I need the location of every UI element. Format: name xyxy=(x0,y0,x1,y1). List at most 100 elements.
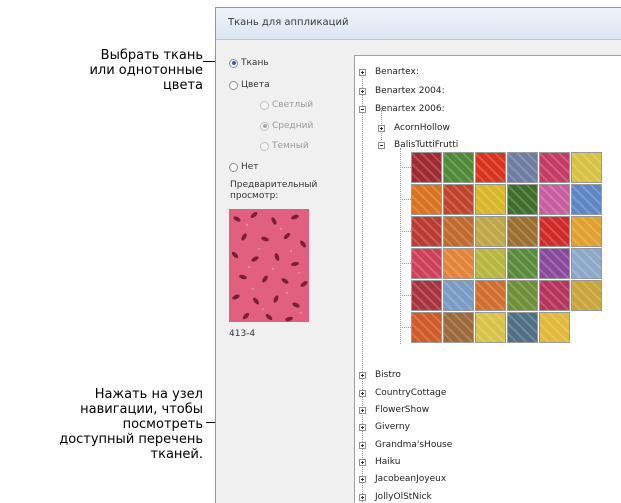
tree-node[interactable]: FlowerShow xyxy=(359,405,429,415)
tree-node-label: JollyOlStNick xyxy=(375,492,432,502)
tree-node-label: CountryCottage xyxy=(375,388,447,398)
callout-line: тканей. xyxy=(150,447,203,462)
fabric-swatch[interactable] xyxy=(443,312,474,343)
callout-line: посмотреть xyxy=(122,417,203,432)
dark-radio[interactable]: Темный xyxy=(260,141,309,151)
fabric-swatch[interactable] xyxy=(411,280,442,311)
tree-node-label: JacobeanJoyeux xyxy=(375,474,447,484)
fabric-dialog: Ткань для аппликаций Ткань Цвета Светлый… xyxy=(215,7,621,503)
fabric-swatch[interactable] xyxy=(411,152,442,183)
expand-icon[interactable] xyxy=(359,68,366,76)
tree-node[interactable]: AcornHollow xyxy=(378,123,450,133)
callout-fabric-label: Выбрать ткань или однотонные цвета xyxy=(89,48,203,93)
fabric-swatch[interactable] xyxy=(507,248,538,279)
fabric-swatch[interactable] xyxy=(443,216,474,247)
fabric-swatch[interactable] xyxy=(507,312,538,343)
none-radio[interactable]: Нет xyxy=(229,162,259,172)
medium-radio[interactable]: Средний xyxy=(260,121,313,131)
expand-icon[interactable] xyxy=(359,493,366,501)
fabric-radio[interactable]: Ткань xyxy=(229,58,269,68)
dark-radio-label: Темный xyxy=(272,141,309,151)
expand-icon[interactable] xyxy=(359,371,366,379)
fabric-swatch[interactable] xyxy=(539,152,570,183)
tree-node-label: Benartex: xyxy=(375,67,419,77)
fabric-swatch[interactable] xyxy=(539,248,570,279)
fabric-swatch[interactable] xyxy=(443,248,474,279)
expand-icon[interactable] xyxy=(359,87,366,95)
fabric-swatch[interactable] xyxy=(475,312,506,343)
fabric-preview-image xyxy=(229,209,309,322)
preview-label: Предварительный просмотр: xyxy=(230,180,317,202)
collapse-icon[interactable] xyxy=(359,105,366,113)
fabric-swatch[interactable] xyxy=(507,152,538,183)
tree-node-label: AcornHollow xyxy=(394,123,450,133)
fabric-swatch[interactable] xyxy=(411,216,442,247)
fabric-swatch[interactable] xyxy=(475,248,506,279)
fabric-swatch[interactable] xyxy=(411,312,442,343)
fabric-swatch[interactable] xyxy=(475,216,506,247)
fabric-swatch[interactable] xyxy=(443,152,474,183)
fabric-swatch[interactable] xyxy=(571,152,602,183)
fabric-swatch[interactable] xyxy=(571,280,602,311)
fabric-swatch[interactable] xyxy=(571,184,602,215)
tree-node[interactable]: Benartex 2004: xyxy=(359,86,445,96)
fabric-swatch[interactable] xyxy=(443,280,474,311)
preview-code: 413-4 xyxy=(229,329,256,339)
fabric-swatch[interactable] xyxy=(475,184,506,215)
tree-connector xyxy=(400,295,411,296)
expand-icon[interactable] xyxy=(359,458,366,466)
tree-node[interactable]: JacobeanJoyeux xyxy=(359,474,446,484)
tree-node[interactable]: JollyOlStNick xyxy=(359,492,432,502)
fabric-swatch[interactable] xyxy=(507,216,538,247)
fabric-swatch[interactable] xyxy=(539,312,570,343)
light-radio-label: Светлый xyxy=(272,100,314,110)
tree-node[interactable]: Benartex 2006: xyxy=(359,104,445,114)
fabric-tree[interactable]: Benartex: Benartex 2004: Benartex 2006: … xyxy=(354,55,621,503)
fabric-swatch[interactable] xyxy=(539,184,570,215)
callout-line: доступный перечень xyxy=(59,432,203,447)
radio-icon xyxy=(229,80,238,90)
colors-radio[interactable]: Цвета xyxy=(229,80,270,90)
fabric-swatch[interactable] xyxy=(539,216,570,247)
tree-node-label: Grandma'sHouse xyxy=(375,440,453,450)
expand-icon[interactable] xyxy=(359,475,366,483)
expand-icon[interactable] xyxy=(359,406,366,414)
colors-radio-label: Цвета xyxy=(241,80,270,90)
radio-selected-icon xyxy=(229,58,238,68)
fabric-swatch[interactable] xyxy=(571,216,602,247)
fabric-swatch[interactable] xyxy=(475,152,506,183)
tree-connector xyxy=(400,263,411,264)
fabric-swatch[interactable] xyxy=(571,248,602,279)
tree-node-label: Giverny xyxy=(375,422,410,432)
expand-icon[interactable] xyxy=(359,441,366,449)
callout-line: или однотонные xyxy=(89,63,203,78)
fabric-swatch[interactable] xyxy=(411,248,442,279)
expand-icon[interactable] xyxy=(378,124,385,132)
title-bar: Ткань для аппликаций xyxy=(216,8,621,40)
radio-selected-icon xyxy=(260,121,269,131)
tree-node[interactable]: BalisTuttiFrutti xyxy=(378,140,458,150)
fabric-swatch-grid xyxy=(411,152,602,343)
fabric-swatch[interactable] xyxy=(411,184,442,215)
radio-icon xyxy=(260,141,269,151)
expand-icon[interactable] xyxy=(359,423,366,431)
tree-node-label: Benartex 2004: xyxy=(375,86,445,96)
tree-node[interactable]: Giverny xyxy=(359,422,410,432)
fabric-swatch[interactable] xyxy=(507,184,538,215)
fabric-swatch[interactable] xyxy=(443,184,474,215)
tree-node[interactable]: Benartex: xyxy=(359,67,419,77)
tree-node[interactable]: Grandma'sHouse xyxy=(359,440,452,450)
collapse-icon[interactable] xyxy=(378,141,385,149)
expand-icon[interactable] xyxy=(359,389,366,397)
tree-node[interactable]: Haiku xyxy=(359,457,400,467)
preview-label-line: просмотр: xyxy=(230,191,279,201)
light-radio[interactable]: Светлый xyxy=(260,100,313,110)
none-radio-label: Нет xyxy=(241,162,259,172)
tree-node[interactable]: Bistro xyxy=(359,370,401,380)
tree-connector xyxy=(362,70,363,503)
fabric-swatch[interactable] xyxy=(475,280,506,311)
fabric-swatch[interactable] xyxy=(539,280,570,311)
fabric-swatch[interactable] xyxy=(507,280,538,311)
tree-node-label: Bistro xyxy=(375,370,401,380)
tree-node[interactable]: CountryCottage xyxy=(359,388,446,398)
